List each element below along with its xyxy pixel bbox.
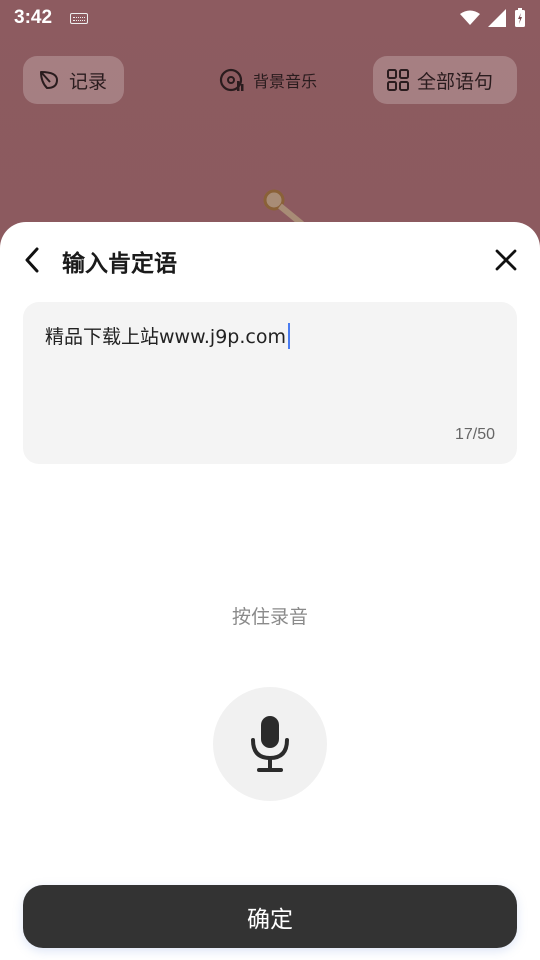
back-button[interactable] (16, 242, 48, 278)
keyboard-icon (70, 12, 89, 24)
all-phrases-label: 全部语句 (417, 70, 494, 93)
record-label: 记录 (69, 70, 108, 93)
close-button[interactable] (488, 242, 524, 278)
confirm-button[interactable]: 确定 (23, 885, 517, 948)
status-time: 3:42 (14, 7, 53, 28)
all-phrases-button[interactable]: 全部语句 (373, 56, 517, 104)
sheet-header: 输入肯定语 (0, 222, 540, 298)
microphone-icon (251, 716, 289, 772)
battery-icon (515, 8, 525, 27)
close-icon (495, 249, 517, 271)
music-disc-icon (219, 68, 244, 92)
background-music-button[interactable]: 背景音乐 (219, 66, 317, 94)
sheet-title: 输入肯定语 (62, 251, 177, 277)
wifi-icon (460, 10, 480, 25)
text-caret (287, 322, 290, 349)
status-bar: 3:42 (0, 0, 540, 36)
back-chevron-icon (25, 247, 39, 273)
leaf-icon (40, 71, 58, 89)
signal-icon (488, 9, 506, 27)
hold-to-record-hint: 按住录音 (231, 606, 308, 628)
input-value: 精品下载上站www.j9p.com (45, 326, 286, 348)
input-affirmation-sheet: 输入肯定语 精品下载上站www.j9p.com 17/50 按住录音 确定 (0, 222, 540, 960)
grid-icon (387, 69, 409, 91)
affirmation-text-input[interactable]: 精品下载上站www.j9p.com 17/50 (23, 302, 517, 464)
record-voice-button[interactable] (213, 687, 327, 801)
record-button[interactable]: 记录 (23, 56, 124, 104)
music-label: 背景音乐 (253, 72, 318, 91)
char-counter: 17/50 (454, 426, 495, 443)
